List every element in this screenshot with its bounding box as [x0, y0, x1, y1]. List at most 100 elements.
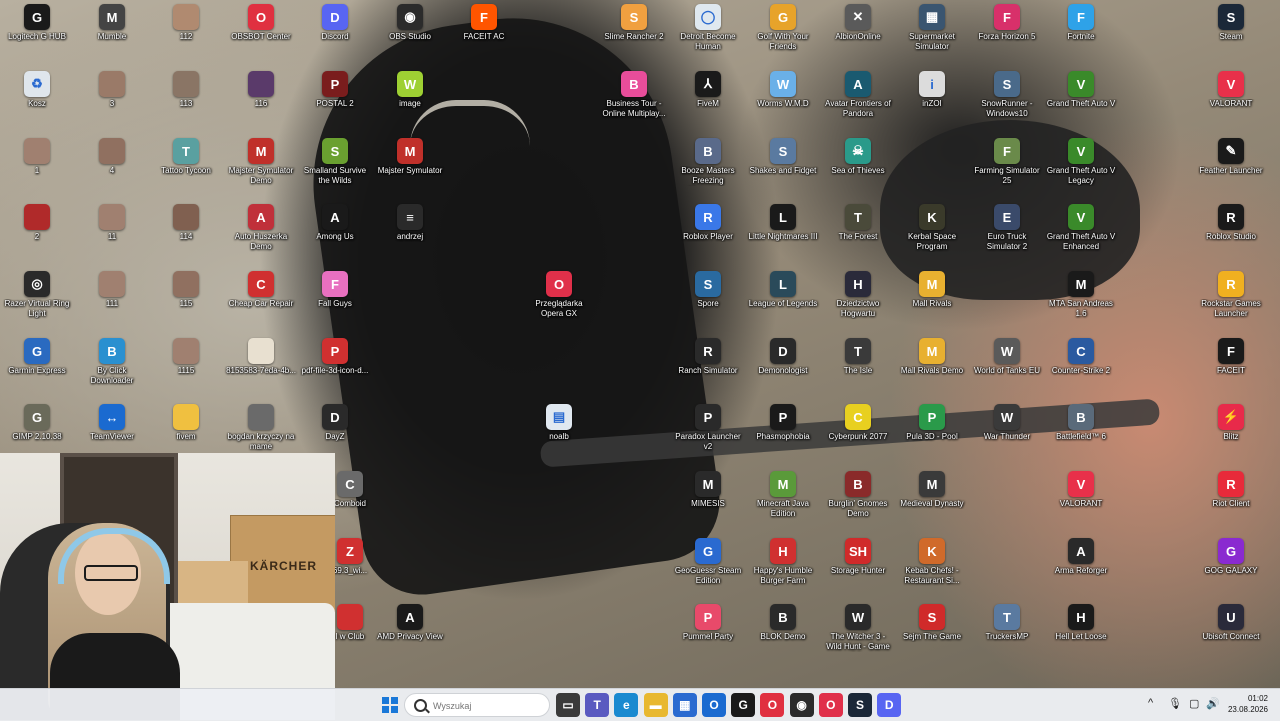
desktop-shortcut-teamviewer[interactable]: ↔ TeamViewer — [75, 400, 149, 442]
desktop-shortcut-mumble[interactable]: M Mumble — [75, 0, 149, 42]
desktop-shortcut-happy-s-humble-burger-farm[interactable]: H Happy's Humble Burger Farm — [746, 534, 820, 586]
desktop-shortcut-rockstar-games-launcher[interactable]: R Rockstar Games Launcher — [1194, 267, 1268, 319]
desktop-shortcut-andrzej[interactable]: ≡ andrzej — [373, 200, 447, 242]
desktop-shortcut-3[interactable]: 3 — [75, 67, 149, 109]
windows-start-icon[interactable] — [378, 693, 402, 717]
desktop-shortcut-majster-symulator-demo[interactable]: M Majster Symulator Demo — [224, 134, 298, 186]
desktop-shortcut-geoguessr-steam-edition[interactable]: G GeoGuessr Steam Edition — [671, 534, 745, 586]
microsoft-store-icon[interactable]: ▦ — [672, 693, 697, 717]
desktop-shortcut-league-of-legends[interactable]: L League of Legends — [746, 267, 820, 309]
tray-chevron-icon[interactable]: ^ — [1148, 697, 1153, 709]
desktop-shortcut-dziedzictwo-hogwartu[interactable]: H Dziedzictwo Hogwartu — [821, 267, 895, 319]
desktop-shortcut-8153583-7eda-4b[interactable]: 8153583-7eda-4b... — [224, 334, 298, 376]
desktop-shortcut-1115[interactable]: 1115 — [149, 334, 223, 376]
desktop-shortcut-kerbal-space-program[interactable]: K Kerbal Space Program — [895, 200, 969, 252]
desktop-shortcut-mimesis[interactable]: M MIMESIS — [671, 467, 745, 509]
desktop-shortcut-steam[interactable]: S Steam — [1194, 0, 1268, 42]
desktop-shortcut-spore[interactable]: S Spore — [671, 267, 745, 309]
desktop-shortcut-riot-client[interactable]: R Riot Client — [1194, 467, 1268, 509]
desktop-shortcut-blitz[interactable]: ⚡ Blitz — [1194, 400, 1268, 442]
search-input[interactable] — [431, 697, 545, 715]
desktop-shortcut-mall-rivals[interactable]: M Mall Rivals — [895, 267, 969, 309]
desktop-shortcut-logitech-g-hub[interactable]: G Logitech G HUB — [0, 0, 74, 42]
desktop-shortcut-noalb[interactable]: ▤ noalb — [522, 400, 596, 442]
desktop-shortcut-ubisoft-connect[interactable]: U Ubisoft Connect — [1194, 600, 1268, 642]
desktop-shortcut-inzoi[interactable]: i inZOI — [895, 67, 969, 109]
desktop-shortcut-grand-theft-auto-v-legacy[interactable]: V Grand Theft Auto V Legacy — [1044, 134, 1118, 186]
desktop-shortcut-obsbot-center[interactable]: O OBSBOT Center — [224, 0, 298, 42]
desktop-shortcut-majster-symulator[interactable]: M Majster Symulator — [373, 134, 447, 176]
system-clock[interactable]: 01:02 23.08.2026 — [1228, 693, 1268, 715]
desktop-shortcut-tattoo-tycoon[interactable]: T Tattoo Tycoon — [149, 134, 223, 176]
desktop-shortcut-faceit[interactable]: F FACEIT — [1194, 334, 1268, 376]
volume-icon[interactable]: 🔊 — [1206, 697, 1220, 710]
desktop-shortcut-the-isle[interactable]: T The Isle — [821, 334, 895, 376]
desktop-shortcut-euro-truck-simulator-2[interactable]: E Euro Truck Simulator 2 — [970, 200, 1044, 252]
desktop-shortcut-pula-3d-pool[interactable]: P Pula 3D - Pool — [895, 400, 969, 442]
desktop-shortcut-farming-simulator-25[interactable]: F Farming Simulator 25 — [970, 134, 1044, 186]
desktop-shortcut-the-witcher-3-wild-hunt-game-of-th[interactable]: W The Witcher 3 - Wild Hunt - Game of th.… — [821, 600, 895, 652]
desktop-shortcut-roblox-studio[interactable]: R Roblox Studio — [1194, 200, 1268, 242]
desktop-shortcut-business-tour-online-multiplay[interactable]: B Business Tour - Online Multiplay... — [597, 67, 671, 119]
desktop-shortcut-golf-with-your-friends[interactable]: G Golf With Your Friends — [746, 0, 820, 52]
desktop-shortcut-albiononline[interactable]: ✕ AlbionOnline — [821, 0, 895, 42]
desktop-shortcut-fivem[interactable]: ⅄ FiveM — [671, 67, 745, 109]
desktop-shortcut-fivem[interactable]: fivem — [149, 400, 223, 442]
desktop-shortcut-image[interactable]: Wimage — [373, 67, 447, 109]
desktop-shortcut-111[interactable]: 111 — [75, 267, 149, 309]
desktop-shortcut-medieval-dynasty[interactable]: M Medieval Dynasty — [895, 467, 969, 509]
desktop-shortcut-sea-of-thieves[interactable]: ☠ Sea of Thieves — [821, 134, 895, 176]
desktop-shortcut-blok-demo[interactable]: B BLOK Demo — [746, 600, 820, 642]
desktop-shortcut-115[interactable]: 115 — [149, 267, 223, 309]
desktop-shortcut-ranch-simulator[interactable]: R Ranch Simulator — [671, 334, 745, 376]
desktop-shortcut-obs-studio[interactable]: ◉ OBS Studio — [373, 0, 447, 42]
desktop-shortcut-truckersmp[interactable]: T TruckersMP — [970, 600, 1044, 642]
desktop-shortcut-slime-rancher-2[interactable]: S Slime Rancher 2 — [597, 0, 671, 42]
desktop-shortcut-112[interactable]: 112 — [149, 0, 223, 42]
file-explorer-icon[interactable]: ▬ — [643, 693, 668, 717]
desktop-shortcut-valorant[interactable]: V VALORANT — [1194, 67, 1268, 109]
desktop-shortcut-pummel-party[interactable]: P Pummel Party — [671, 600, 745, 642]
desktop-shortcut-battlefield-6[interactable]: B Battlefield™ 6 — [1044, 400, 1118, 442]
desktop-shortcut-supermarket-simulator[interactable]: ▦ Supermarket Simulator — [895, 0, 969, 52]
logitech-icon[interactable]: G — [731, 693, 756, 717]
desktop-shortcut-garmin-express[interactable]: G Garmin Express — [0, 334, 74, 376]
desktop-shortcut-smalland-survive-the-wilds[interactable]: S Smalland Survive the Wilds — [298, 134, 372, 186]
desktop-shortcut-roblox-player[interactable]: R Roblox Player — [671, 200, 745, 242]
desktop-shortcut-detroit-become-human[interactable]: ◯ Detroit Become Human — [671, 0, 745, 52]
obsbot-icon[interactable]: O — [760, 693, 785, 717]
desktop-shortcut-hell-let-loose[interactable]: H Hell Let Loose — [1044, 600, 1118, 642]
desktop-shortcut-shakes-and-fidget[interactable]: S Shakes and Fidget — [746, 134, 820, 176]
steam-icon[interactable]: S — [848, 693, 872, 717]
desktop-shortcut-11[interactable]: 11 — [75, 200, 149, 242]
desktop-shortcut-kebab-chefs-restaurant-si[interactable]: K Kebab Chefs! - Restaurant Si... — [895, 534, 969, 586]
desktop-shortcut-burglin-gnomes-demo[interactable]: B Burglin' Gnomes Demo — [821, 467, 895, 519]
desktop-shortcut-paradox-launcher-v2[interactable]: P Paradox Launcher v2 — [671, 400, 745, 452]
desktop-shortcut-world-of-tanks-eu[interactable]: W World of Tanks EU — [970, 334, 1044, 376]
desktop-shortcut-cheap-car-repair[interactable]: C Cheap Car Repair — [224, 267, 298, 309]
opera-icon[interactable]: O — [818, 693, 843, 717]
discord-icon[interactable]: D — [877, 693, 902, 717]
desktop-shortcut-postal-2[interactable]: P POSTAL 2 — [298, 67, 372, 109]
desktop-shortcut-cyberpunk-2077[interactable]: C Cyberpunk 2077 — [821, 400, 895, 442]
desktop-shortcut-kosz[interactable]: ♻ Kosz — [0, 67, 74, 109]
desktop-shortcut-fortnite[interactable]: F Fortnite — [1044, 0, 1118, 42]
task-view-icon[interactable]: ▭ — [556, 693, 580, 717]
teams-icon[interactable]: T — [585, 693, 610, 717]
desktop-shortcut-minecraft-java-edition[interactable]: M Minecraft Java Edition — [746, 467, 820, 519]
desktop-shortcut-mta-san-andreas-1-6[interactable]: M MTA San Andreas 1.6 — [1044, 267, 1118, 319]
desktop-shortcut-auto-huszerka-demo[interactable]: A Auto Huszerka Demo — [224, 200, 298, 252]
desktop-shortcut-counter-strike-2[interactable]: C Counter-Strike 2 — [1044, 334, 1118, 376]
desktop-shortcut-1[interactable]: 1 — [0, 134, 74, 176]
desktop-shortcut-fall-guys[interactable]: F Fall Guys — [298, 267, 372, 309]
desktop-shortcut-dayz[interactable]: D DayZ — [298, 400, 372, 442]
desktop-shortcut-grand-theft-auto-v[interactable]: V Grand Theft Auto V — [1044, 67, 1118, 109]
desktop-shortcut-gimp-2-10-38[interactable]: G GIMP 2.10.38 — [0, 400, 74, 442]
outlook-icon[interactable]: O — [702, 693, 726, 717]
desktop-shortcut-worms-w-m-d[interactable]: W Worms W.M.D — [746, 67, 820, 109]
desktop-shortcut-arma-reforger[interactable]: A Arma Reforger — [1044, 534, 1118, 576]
desktop-shortcut-przegl-darka-opera-gx[interactable]: O Przeglądarka Opera GX — [522, 267, 596, 319]
desktop-shortcut-amd-privacy-view[interactable]: A AMD Privacy View — [373, 600, 447, 642]
desktop-shortcut-avatar-frontiers-of-pandora[interactable]: A Avatar Frontiers of Pandora — [821, 67, 895, 119]
microphone-icon[interactable]: 🎙 — [1168, 697, 1182, 710]
